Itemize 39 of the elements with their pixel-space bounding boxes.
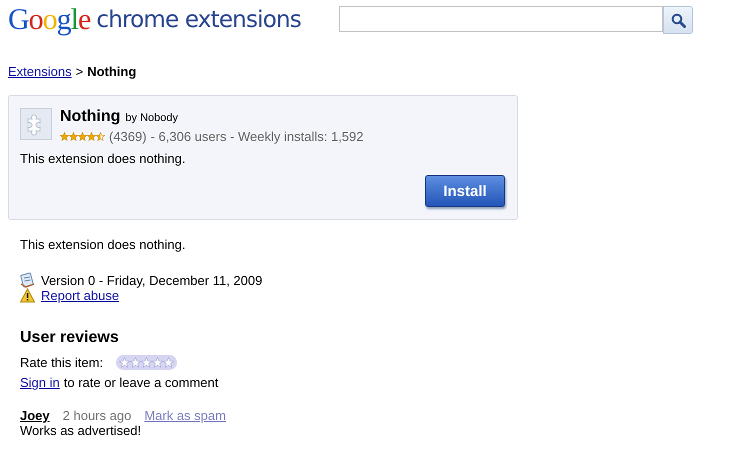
warning-icon	[20, 288, 35, 303]
mark-spam-link[interactable]: Mark as spam	[144, 408, 226, 423]
document-icon	[20, 272, 35, 288]
google-logo[interactable]: Google	[8, 3, 90, 37]
reviewer-name[interactable]: Joey	[20, 408, 50, 423]
star-icon	[152, 357, 164, 368]
version-text: Version 0 - Friday, December 11, 2009	[41, 272, 262, 288]
star-icon	[163, 357, 174, 368]
star-icon	[78, 132, 87, 141]
star-icon	[130, 357, 142, 368]
star-icon	[87, 132, 96, 141]
author-text: by Nobody	[125, 112, 178, 124]
rating-count: (4369)	[109, 129, 147, 144]
star-icon	[141, 357, 152, 368]
star-icon	[60, 132, 69, 141]
puzzle-icon	[20, 108, 52, 140]
star-icon	[69, 132, 78, 141]
breadcrumb-link[interactable]: Extensions	[8, 64, 72, 79]
sign-in-link[interactable]: Sign in	[20, 375, 60, 390]
review-time: 2 hours ago	[62, 408, 132, 423]
search-button[interactable]	[663, 6, 693, 34]
description-text: This extension does nothing.	[20, 237, 186, 252]
review-text: Works as advertised!	[20, 423, 142, 438]
breadcrumb-current: Nothing	[87, 64, 136, 79]
star-icon	[119, 357, 130, 368]
usage-stats: - 6,306 users - Weekly installs: 1,592	[150, 129, 364, 144]
rating-control[interactable]	[116, 355, 178, 370]
search-field[interactable]	[339, 6, 663, 32]
product-title: chrome extensions	[96, 7, 301, 33]
extension-name: Nothing	[60, 108, 120, 126]
sign-in-text: to rate or leave a comment	[64, 375, 218, 390]
breadcrumb-separator: >	[76, 64, 84, 79]
install-button[interactable]: Install	[425, 175, 505, 207]
search-icon	[670, 12, 686, 28]
star-icon	[96, 132, 105, 141]
section-heading: User reviews	[20, 329, 120, 347]
summary-text: This extension does nothing.	[20, 151, 186, 166]
report-abuse-link[interactable]: Report abuse	[41, 288, 120, 303]
rate-label: Rate this item:	[20, 355, 104, 370]
